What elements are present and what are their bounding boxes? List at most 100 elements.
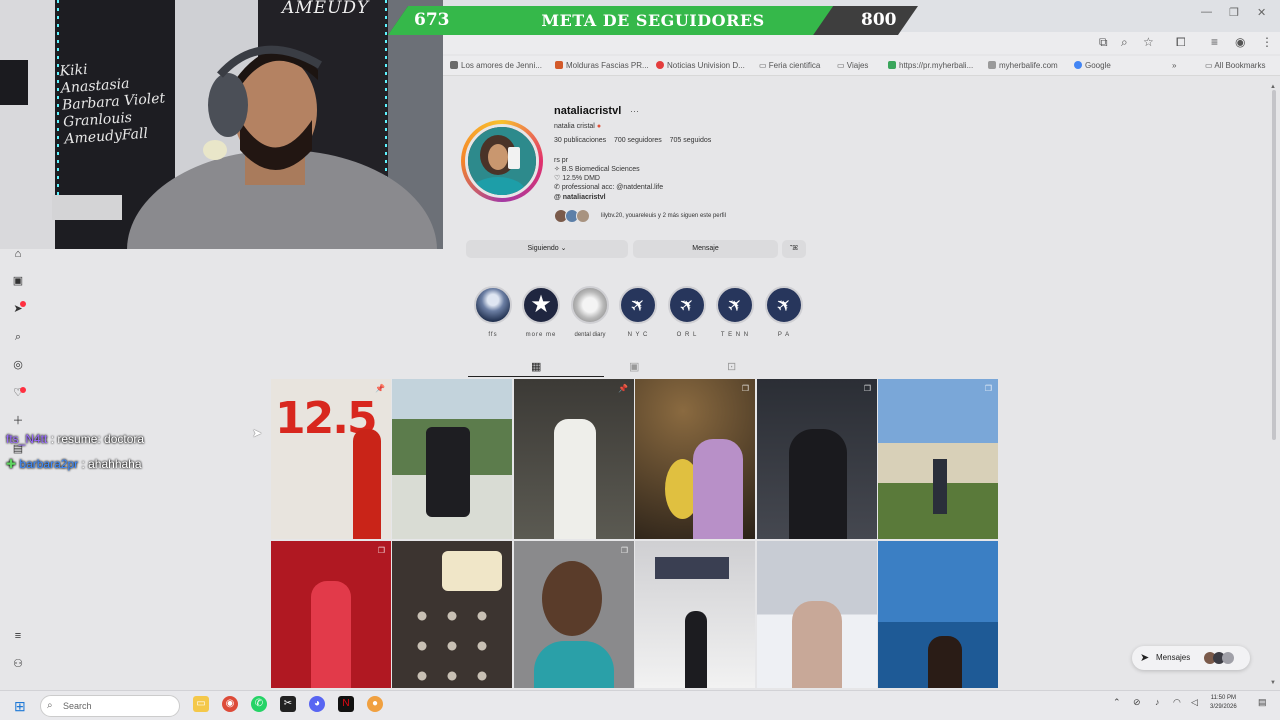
create-icon[interactable]: ＋ <box>10 413 26 429</box>
notifications-icon[interactable]: ▤ <box>1258 697 1267 708</box>
bio-line: ✧ B.S Biomedical Sciences <box>554 166 640 173</box>
post-tile[interactable]: 12.5 📌 <box>271 379 391 539</box>
install-app-icon[interactable]: ⧉ <box>1099 35 1108 50</box>
post-tile[interactable]: ❐ <box>757 379 877 539</box>
file-explorer-icon[interactable]: ▭ <box>193 696 209 712</box>
post-tile[interactable] <box>392 541 512 688</box>
post-tile[interactable]: ❐ <box>514 541 634 688</box>
carousel-icon: ❐ <box>620 546 628 555</box>
post-tile[interactable]: 📌 <box>514 379 634 539</box>
bookmark-item[interactable]: Noticias Univision D... <box>656 61 745 70</box>
tray-volume-icon[interactable]: ◁ <box>1191 697 1198 708</box>
highlight-circle[interactable]: ★ <box>522 286 560 324</box>
zoom-icon[interactable]: ⌕ <box>1121 35 1128 50</box>
scroll-up-icon[interactable]: ▲ <box>1270 84 1276 90</box>
bookmark-folder[interactable]: ▭ Feria cientifica <box>759 61 820 70</box>
neon-sign: AMEUDY <box>282 0 370 18</box>
message-button[interactable]: Mensaje <box>633 240 778 258</box>
post-tile[interactable] <box>757 541 877 688</box>
bookmark-folder[interactable]: ▭ Viajes <box>837 61 868 70</box>
bookmarks-overflow-icon[interactable]: » <box>1172 61 1176 70</box>
message-avatars <box>1204 652 1234 664</box>
tray-wifi-icon[interactable]: ◠ <box>1173 697 1181 708</box>
more-menu-icon[interactable]: ≡ <box>10 628 26 644</box>
highlight-label: O R L <box>676 332 698 338</box>
extensions-icon[interactable]: ⧠ <box>1176 35 1186 50</box>
person-figure <box>311 581 351 688</box>
explore-icon[interactable]: ◎ <box>10 357 26 373</box>
bio-line: rs pr <box>554 157 568 164</box>
tooth-icon: ♡ <box>554 175 563 182</box>
bookmark-item[interactable]: myherbalife.com <box>988 61 1058 70</box>
star-icon: ★ <box>530 291 552 318</box>
close-icon[interactable]: ✕ <box>1257 6 1266 19</box>
taskbar-clock[interactable]: 11:50 PM 3/29/2026 <box>1210 694 1237 712</box>
post-tile[interactable]: ❐ <box>635 379 755 539</box>
reels-tab-icon[interactable]: ▣ <box>629 360 639 373</box>
reels-icon[interactable]: ▣ <box>10 273 26 289</box>
hair-figure <box>542 561 602 636</box>
search-icon[interactable]: ⌕ <box>10 329 26 345</box>
messages-pill[interactable]: ➤ Mensajes <box>1132 646 1250 670</box>
discord-icon[interactable]: ◕ <box>309 696 325 712</box>
media-icon[interactable]: ≡ <box>1211 35 1218 49</box>
profile-icon[interactable]: ◉ <box>1235 35 1245 49</box>
tray-chevron-icon[interactable]: ⌃ <box>1113 697 1121 708</box>
highlight-circle[interactable]: ✈ <box>619 286 657 324</box>
scrubs-figure <box>534 641 614 688</box>
minimize-icon[interactable]: — <box>1201 6 1212 18</box>
capcut-icon[interactable]: ✂ <box>280 696 296 712</box>
tray-mic-icon[interactable]: ♪ <box>1155 697 1160 707</box>
app-icon[interactable]: ● <box>367 696 383 712</box>
tagged-tab-icon[interactable]: ⊡ <box>727 360 736 373</box>
highlight-circle[interactable] <box>474 286 512 324</box>
following-button[interactable]: Siguiendo ⌄ <box>466 240 628 258</box>
following-count[interactable]: 705 seguidos <box>670 137 712 144</box>
person-figure <box>789 429 847 539</box>
home-icon[interactable]: ⌂ <box>10 246 26 262</box>
notification-dot <box>20 387 26 393</box>
followed-by-text[interactable]: lilybv.20, youareleuis y 2 más siguen es… <box>601 213 726 219</box>
profile-stats: 30 publicaciones 700 seguidores 705 segu… <box>554 137 711 144</box>
suggested-users-button[interactable]: ⁺ꕤ <box>782 240 806 258</box>
posts-count[interactable]: 30 publicaciones <box>554 137 606 144</box>
person-figure <box>693 439 743 539</box>
page-scrollbar[interactable] <box>1272 90 1276 440</box>
profile-avatar[interactable] <box>465 124 539 198</box>
bookmark-item[interactable]: Molduras Fascias PR... <box>555 61 649 70</box>
highlight-circle[interactable]: ✈ <box>716 286 754 324</box>
chrome-icon[interactable]: ◉ <box>222 696 238 712</box>
highlight-circle[interactable]: ✈ <box>765 286 803 324</box>
carousel-icon: ❐ <box>984 384 992 393</box>
scroll-down-icon[interactable]: ▼ <box>1270 680 1276 686</box>
highlight-circle[interactable]: ✈ <box>668 286 706 324</box>
maximize-icon[interactable]: ❐ <box>1229 6 1239 19</box>
taskbar-search[interactable]: ⌕ Search <box>40 695 180 717</box>
windows-start-icon[interactable]: ⊞ <box>14 698 26 715</box>
bio-line: ♡ 12.5% DMD <box>554 175 600 182</box>
post-tile[interactable] <box>878 541 998 688</box>
all-bookmarks-button[interactable]: ▭ All Bookmarks <box>1205 61 1265 70</box>
tray-network-icon[interactable]: ⊘ <box>1133 697 1141 708</box>
bookmark-item[interactable]: https://pr.myherbali... <box>888 61 973 70</box>
person-figure <box>792 601 842 688</box>
highlight-circle[interactable] <box>571 286 609 324</box>
post-tile[interactable] <box>392 379 512 539</box>
post-tile[interactable]: ❐ <box>878 379 998 539</box>
posts-grid-icon[interactable]: ▦ <box>531 360 541 373</box>
options-icon[interactable]: ··· <box>630 106 639 116</box>
meta-apps-icon[interactable]: ⚇ <box>10 656 26 672</box>
whatsapp-icon[interactable]: ✆ <box>251 696 267 712</box>
bookmark-favicon <box>450 61 458 69</box>
menu-icon[interactable]: ⋮ <box>1261 35 1273 49</box>
post-tile[interactable] <box>635 541 755 688</box>
browser-toolbar <box>443 32 1280 54</box>
bookmark-item[interactable]: Google <box>1074 61 1111 70</box>
post-tile[interactable]: ❐ <box>271 541 391 688</box>
phone-case-figure <box>442 551 502 591</box>
threads-link[interactable]: @ nataliacristvl <box>554 194 606 201</box>
bookmark-item[interactable]: Los amores de Jenni... <box>450 61 542 70</box>
netflix-icon[interactable]: N <box>338 696 354 712</box>
bookmark-star-icon[interactable]: ☆ <box>1143 35 1154 49</box>
followers-count[interactable]: 700 seguidores <box>614 137 662 144</box>
